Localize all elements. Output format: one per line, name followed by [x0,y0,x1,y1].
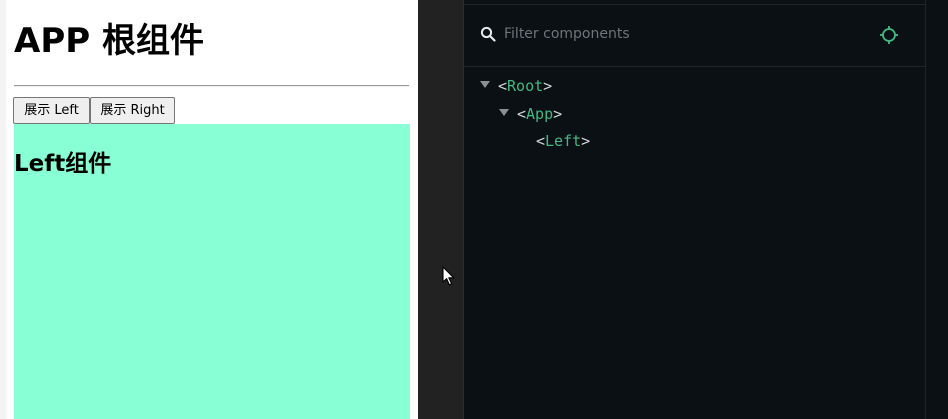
component-name: Left [545,132,582,150]
tag-open-bracket: < [498,77,508,95]
app-pane: APP 根组件 展示 Left 展示 Right Left组件 [0,0,418,419]
select-component-target-icon[interactable] [879,25,899,45]
panel-splitter[interactable] [925,0,926,419]
left-component-heading: Left组件 [14,151,112,177]
tree-node-root[interactable]: <Root> [480,73,552,100]
mouse-cursor-icon [442,266,455,286]
pane-gap [418,0,464,419]
pane-edge [0,0,6,419]
tag-close-bracket: > [581,132,591,150]
tag-open-bracket: < [536,132,546,150]
tree-node-app[interactable]: <App> [499,101,562,128]
filter-components-input[interactable] [504,22,824,46]
devtools-panel: <Root> <App> <Left> [463,0,948,419]
filter-bar [464,5,925,67]
expand-arrow-icon[interactable] [480,81,490,88]
show-left-button[interactable]: 展示 Left [13,97,90,124]
tag-close-bracket: > [553,105,563,123]
component-name: App [526,105,554,123]
search-icon [480,26,496,42]
component-name: Root [507,77,544,95]
expand-arrow-icon[interactable] [499,109,509,116]
tag-open-bracket: < [517,105,527,123]
app-title: APP 根组件 [14,21,204,61]
left-component: Left组件 [14,124,410,419]
screen: APP 根组件 展示 Left 展示 Right Left组件 Filter c… [0,0,948,419]
show-right-button[interactable]: 展示 Right [90,97,175,124]
tree-node-left[interactable]: <Left> [536,128,590,155]
horizontal-rule [14,85,409,87]
tag-close-bracket: > [543,77,553,95]
